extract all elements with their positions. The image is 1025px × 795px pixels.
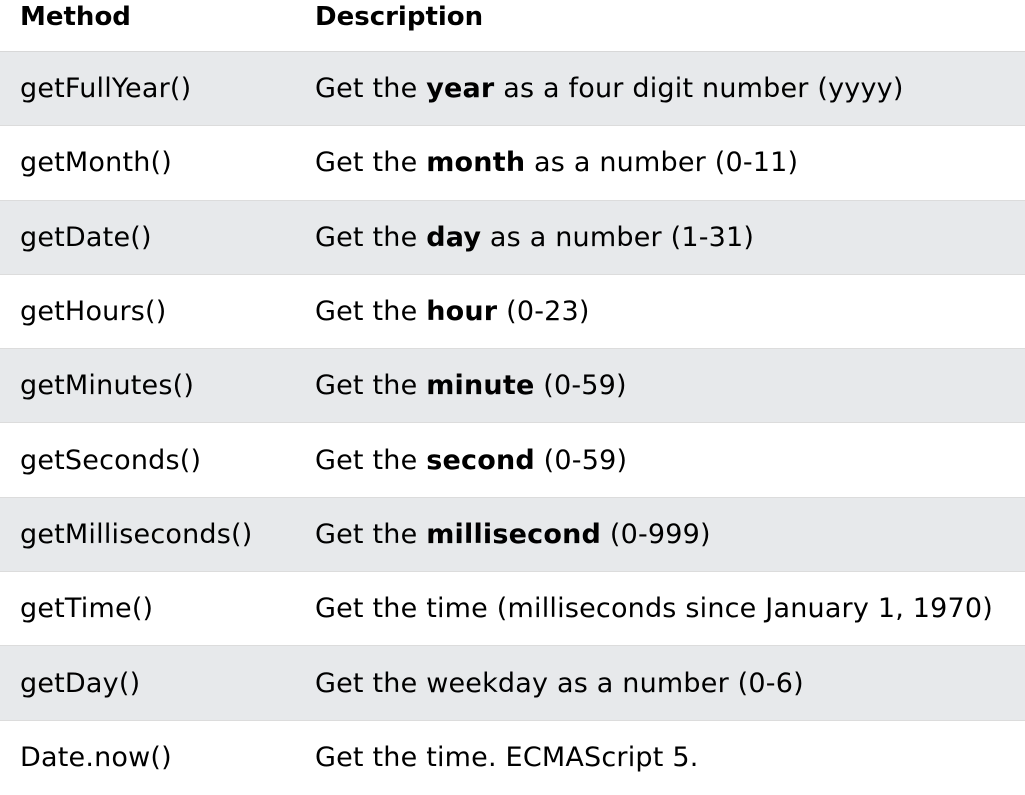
table-row: getTime() Get the time (milliseconds sin… [0,572,1025,647]
method-cell: getSeconds() [20,444,202,476]
table-header-row: Method Description [0,0,1025,52]
description-cell: Get the millisecond (0-999) [315,498,711,571]
method-cell: getDate() [20,221,152,253]
table-row: getHours() Get the hour (0-23) [0,274,1025,350]
description-cell: Get the time (milliseconds since January… [315,572,993,645]
description-text: Get the [315,296,427,328]
method-column-header: Method [20,2,131,32]
description-text: Get the [315,518,427,550]
table-row: getFullYear() Get the year as a four dig… [0,52,1025,127]
description-cell: Get the year as a four digit number (yyy… [315,52,904,125]
description-keyword: month [426,147,526,179]
description-text: Get the [315,370,427,402]
description-cell: Get the time. ECMAScript 5. [315,721,699,795]
description-keyword: second [426,444,535,476]
description-text: as a number (1-31) [481,221,755,253]
table-row: getSeconds() Get the second (0-59) [0,423,1025,498]
method-cell: getDay() [20,667,141,699]
description-keyword: millisecond [426,518,602,550]
description-cell: Get the day as a number (1-31) [315,201,754,274]
method-cell: getMonth() [20,147,173,179]
description-text: (0-23) [497,296,590,328]
description-cell: Get the weekday as a number (0-6) [315,646,804,719]
table-row: getDay() Get the weekday as a number (0-… [0,646,1025,721]
table-row: getDate() Get the day as a number (1-31) [0,200,1025,275]
method-cell: getTime() [20,593,154,625]
description-text: Get the [315,221,427,253]
method-cell: getHours() [20,296,167,328]
description-text: (0-59) [534,370,627,402]
description-text: (0-999) [601,518,711,550]
description-text: as a four digit number (yyyy) [494,73,904,105]
description-text: (0-59) [534,444,628,476]
method-cell: getMinutes() [20,370,195,402]
description-cell: Get the hour (0-23) [315,275,590,348]
description-column-header: Description [315,2,484,32]
table-row: getMonth() Get the month as a number (0-… [0,126,1025,201]
description-keyword: hour [426,296,498,328]
description-text: Get the [315,73,427,105]
date-methods-table: Method Description getFullYear() Get the… [0,0,1025,795]
description-text: Get the [315,444,427,476]
table-row: getMilliseconds() Get the millisecond (0… [0,497,1025,573]
description-keyword: minute [426,370,535,402]
description-cell: Get the month as a number (0-11) [315,126,798,199]
description-text: Get the time. ECMAScript 5. [315,742,699,774]
description-text: Get the [315,147,427,179]
description-keyword: year [426,73,495,105]
description-cell: Get the minute (0-59) [315,349,627,422]
description-text: Get the time (milliseconds since January… [315,593,994,625]
description-text: as a number (0-11) [525,147,799,179]
description-text: Get the weekday as a number (0-6) [315,667,804,699]
description-keyword: day [426,221,482,253]
method-cell: getMilliseconds() [20,518,253,550]
table-row: getMinutes() Get the minute (0-59) [0,349,1025,424]
description-cell: Get the second (0-59) [315,423,627,496]
method-cell: Date.now() [20,742,172,774]
method-cell: getFullYear() [20,73,192,105]
table-row: Date.now() Get the time. ECMAScript 5. [0,720,1025,795]
